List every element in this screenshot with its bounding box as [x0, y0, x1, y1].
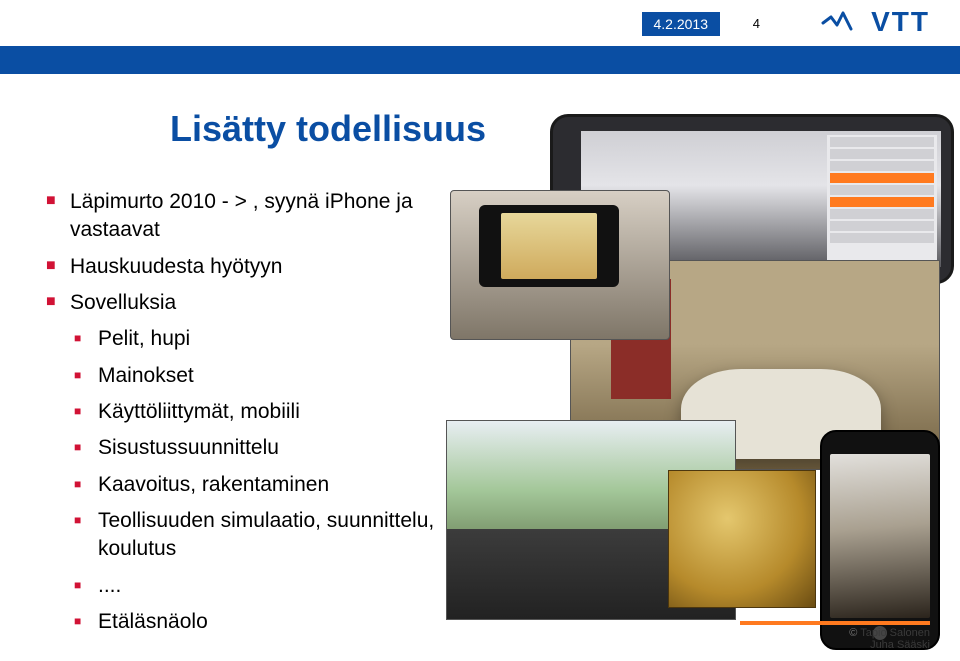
slide-title: Lisätty todellisuus: [170, 108, 486, 150]
list-item-sub: Etäläsnäolo: [74, 608, 446, 636]
footer-credits: © Tapio Salonen Juha Sääski: [740, 621, 930, 651]
gold-device-photo: [668, 470, 816, 608]
list-item-sub: Sisustussuunnittelu: [74, 434, 446, 462]
list-item: Hauskuudesta hyötyyn: [46, 253, 446, 281]
hand-phone-photo: [450, 190, 670, 340]
list-item-sub: Kaavoitus, rakentaminen: [74, 471, 446, 499]
iphone-photo: [820, 430, 940, 650]
list-item: Sovelluksia: [46, 289, 446, 317]
copyright-symbol: ©: [849, 627, 857, 639]
image-collage: MAP 3D CAM: [450, 100, 948, 600]
footer-accent-line: [740, 621, 930, 625]
list-item-sub: Mainokset: [74, 362, 446, 390]
vtt-logo-mark: [821, 7, 865, 37]
list-item-sub: Teollisuuden simulaatio, suunnittelu, ko…: [74, 507, 446, 564]
list-item-sub: ....: [74, 572, 446, 600]
bullet-list: Läpimurto 2010 - > , syynä iPhone ja vas…: [46, 188, 446, 644]
phone-device: [479, 205, 619, 287]
header-date: 4.2.2013: [642, 12, 721, 36]
footer-author-2: Juha Sääski: [870, 639, 930, 651]
vtt-logo: VTT: [821, 6, 930, 38]
footer-author-1: Tapio Salonen: [860, 627, 930, 639]
header-blue-strip: [0, 46, 960, 74]
vtt-logo-text: VTT: [871, 6, 930, 38]
list-item-sub: Pelit, hupi: [74, 325, 446, 353]
tablet-sidepanel: [827, 135, 937, 263]
page-number: 4: [753, 16, 760, 31]
list-item: Läpimurto 2010 - > , syynä iPhone ja vas…: [46, 188, 446, 245]
list-item-sub: Käyttöliittymät, mobiili: [74, 398, 446, 426]
